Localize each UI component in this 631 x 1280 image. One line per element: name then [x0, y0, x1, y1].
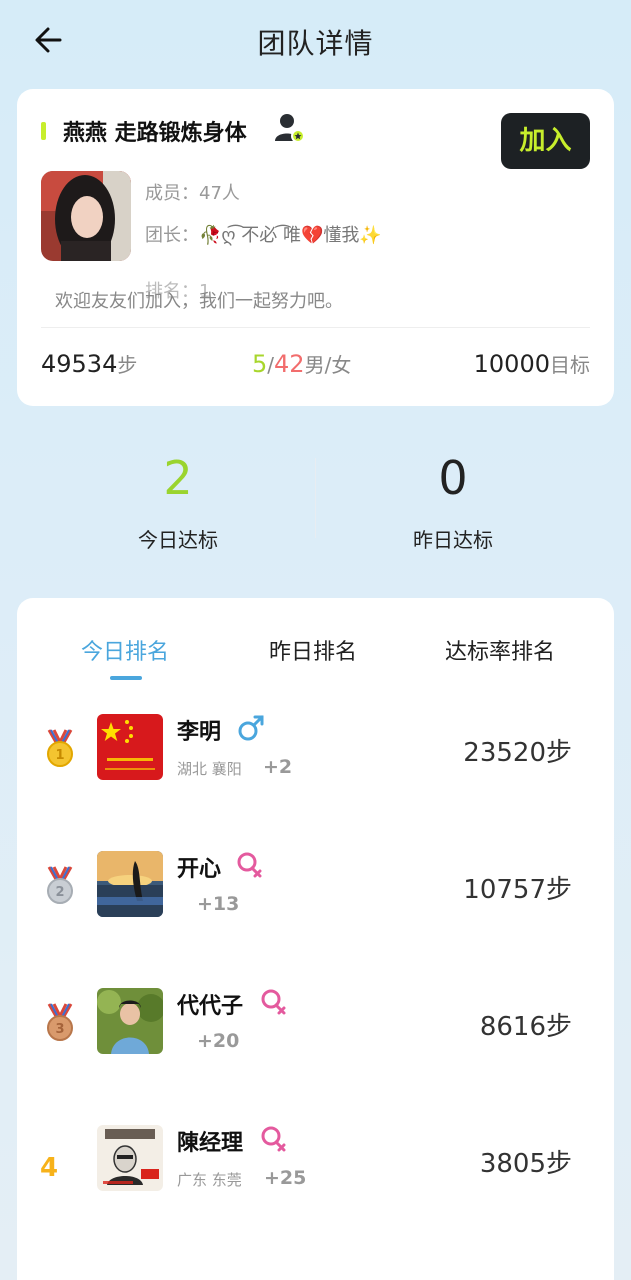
user-location: 湖北 襄阳	[177, 760, 242, 778]
user-name: 陳经理	[177, 1131, 244, 1156]
daily-target-summary: 2 今日达标 0 昨日达标	[0, 448, 631, 568]
user-name: 开心	[177, 857, 222, 882]
gender-ratio: 5/42男/女	[252, 349, 351, 378]
yesterday-target: 0 昨日达标	[303, 448, 603, 553]
avatar[interactable]	[97, 1125, 163, 1191]
svg-text:3: 3	[55, 1022, 64, 1037]
tab-today-ranking[interactable]: 今日排名	[81, 634, 169, 666]
today-target-label: 今日达标	[138, 528, 218, 552]
rank-number: 4	[40, 1153, 59, 1183]
title-accent-bar	[41, 122, 46, 140]
avatar[interactable]	[97, 988, 163, 1054]
svg-text:2: 2	[55, 885, 64, 900]
user-steps: 8616步	[479, 1012, 572, 1042]
ranking-row[interactable]: 3 代代子 +20 8616步	[17, 972, 614, 1062]
ranking-row[interactable]: 4 陳经理 广东 东莞 +25 3805步	[17, 1109, 614, 1199]
member-count: 成员：47人	[145, 183, 240, 204]
male-count: 5	[252, 350, 268, 378]
team-name: 燕燕 走路锻炼身体	[63, 121, 247, 146]
svg-text:1: 1	[55, 748, 64, 763]
team-leader-icon	[273, 111, 307, 145]
active-tab-indicator	[110, 676, 142, 680]
leader-label: 团长：	[145, 225, 199, 246]
today-target: 2 今日达标	[28, 448, 328, 553]
user-location: 广东 东莞	[177, 1171, 242, 1189]
gender-unit: 男/女	[304, 353, 352, 377]
divider	[41, 327, 590, 328]
tab-rate-ranking[interactable]: 达标率排名	[445, 634, 555, 666]
welcome-text: 欢迎友友们加入，我们一起努力吧。	[55, 291, 343, 312]
user-steps: 10757步	[463, 875, 572, 905]
user-name: 李明	[177, 720, 222, 745]
yesterday-target-value: 0	[438, 451, 468, 505]
steps-value: 49534	[41, 350, 118, 378]
female-icon	[259, 1125, 287, 1153]
silver-medal-icon: 2	[45, 865, 75, 905]
goal-unit: 目标	[550, 353, 590, 377]
yesterday-target-label: 昨日达标	[413, 528, 493, 552]
plus-count: +20	[197, 1030, 240, 1052]
gold-medal-icon: 1	[45, 728, 75, 768]
user-steps: 3805步	[479, 1149, 572, 1179]
total-steps: 49534步	[41, 349, 137, 378]
avatar[interactable]	[97, 714, 163, 780]
leader-name[interactable]: 🥀ღ͡ 不必 ͡唯💔懂我✨	[199, 225, 382, 246]
steps-unit: 步	[117, 353, 138, 377]
page-title: 团队详情	[257, 27, 374, 60]
female-count: 42	[274, 350, 305, 378]
team-info-card: 燕燕 走路锻炼身体 加入 成员：47人 团长：🥀ღ͡ 不必 ͡唯💔懂我✨ 排名：…	[17, 89, 614, 406]
team-leader: 团长：🥀ღ͡ 不必 ͡唯💔懂我✨	[145, 221, 382, 247]
male-icon	[237, 714, 265, 742]
tab-yesterday-ranking[interactable]: 昨日排名	[269, 634, 357, 666]
bronze-medal-icon: 3	[45, 1002, 75, 1042]
female-icon	[235, 851, 263, 879]
plus-count: +2	[263, 756, 293, 778]
plus-count: +13	[197, 893, 240, 915]
today-target-value: 2	[163, 451, 193, 505]
female-icon	[259, 988, 287, 1016]
plus-count: +25	[264, 1167, 307, 1189]
user-name: 代代子	[177, 994, 244, 1019]
team-avatar	[41, 171, 131, 261]
ranking-row[interactable]: 1 李明 湖北 襄阳 +2 23520步	[17, 698, 614, 788]
user-steps: 23520步	[463, 738, 572, 768]
ranking-card: 今日排名 昨日排名 达标率排名 1 李明 湖北 襄阳 +2 23520步 2 开…	[17, 598, 614, 1280]
top-bar: 团队详情	[0, 0, 631, 84]
join-button[interactable]: 加入	[501, 113, 590, 169]
avatar[interactable]	[97, 851, 163, 917]
ranking-row[interactable]: 2 开心 +13 10757步	[17, 835, 614, 925]
goal-value: 10000	[473, 350, 550, 378]
step-goal: 10000目标	[474, 349, 590, 378]
